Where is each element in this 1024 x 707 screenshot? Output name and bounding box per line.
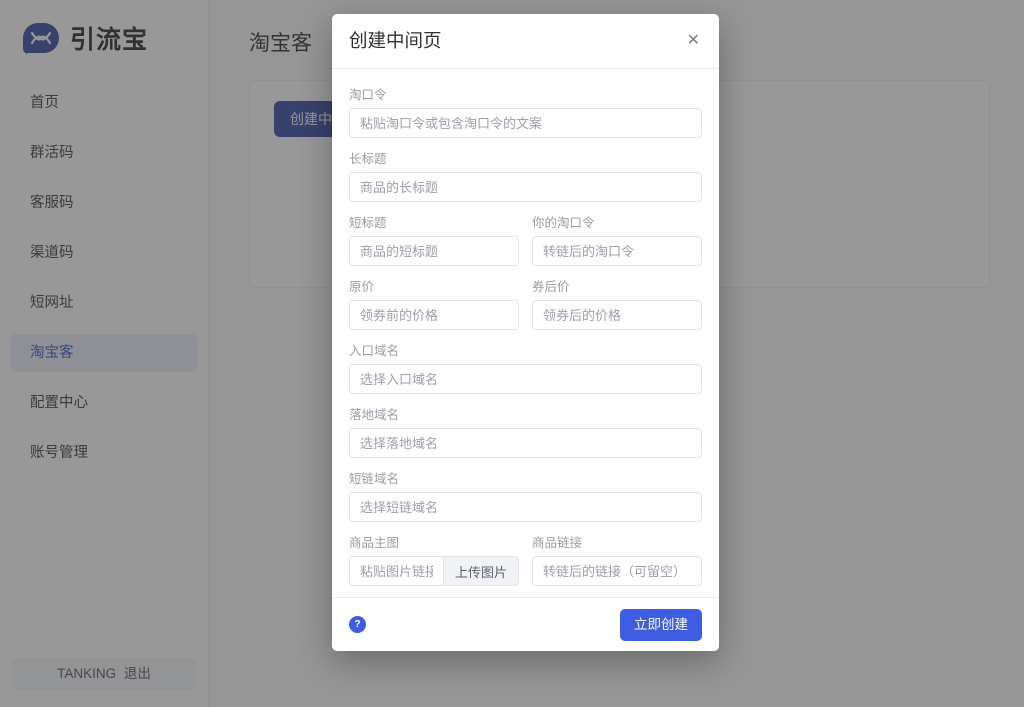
short-title-input[interactable] (349, 236, 519, 266)
field-product-link: 商品链接 (532, 535, 702, 586)
question-mark-icon[interactable]: ? (349, 616, 366, 633)
row-image-and-link: 商品主图 上传图片 商品链接 (349, 535, 702, 586)
coupon-price-input[interactable] (532, 300, 702, 330)
field-landing-domain: 落地域名 (349, 407, 702, 458)
create-intermediate-page-modal: 创建中间页 ✕ 淘口令 长标题 短标题 你的淘口令 原 (332, 14, 719, 651)
modal-header: 创建中间页 ✕ (332, 14, 719, 69)
row-short-title-taokouling: 短标题 你的淘口令 (349, 215, 702, 266)
your-taokouling-input[interactable] (532, 236, 702, 266)
label-long-title: 长标题 (349, 152, 387, 166)
label-landing-domain: 落地域名 (349, 408, 400, 422)
main-image-url-input[interactable] (349, 556, 443, 586)
label-product-link: 商品链接 (532, 536, 583, 550)
field-coupon-price: 券后价 (532, 279, 702, 330)
product-link-input[interactable] (532, 556, 702, 586)
row-prices: 原价 券后价 (349, 279, 702, 330)
field-entry-domain: 入口域名 (349, 343, 702, 394)
submit-create-button[interactable]: 立即创建 (620, 608, 702, 641)
modal-title: 创建中间页 (349, 30, 442, 51)
label-coupon-price: 券后价 (532, 280, 570, 294)
long-title-input[interactable] (349, 172, 702, 202)
label-taokouling: 淘口令 (349, 88, 387, 102)
landing-domain-select[interactable] (349, 428, 702, 458)
taokouling-input[interactable] (349, 108, 702, 138)
entry-domain-select[interactable] (349, 364, 702, 394)
field-short-link-domain: 短链域名 (349, 471, 702, 522)
field-original-price: 原价 (349, 279, 519, 330)
field-short-title: 短标题 (349, 215, 519, 266)
short-link-domain-select[interactable] (349, 492, 702, 522)
close-icon[interactable]: ✕ (685, 29, 702, 53)
field-main-image: 商品主图 上传图片 (349, 535, 519, 586)
field-long-title: 长标题 (349, 151, 702, 202)
original-price-input[interactable] (349, 300, 519, 330)
modal-footer: ? 立即创建 (332, 597, 719, 651)
modal-body: 淘口令 长标题 短标题 你的淘口令 原价 券后价 (332, 69, 719, 597)
label-entry-domain: 入口域名 (349, 344, 400, 358)
upload-image-button[interactable]: 上传图片 (442, 556, 519, 586)
main-image-input-group: 上传图片 (349, 556, 519, 586)
label-your-taokouling: 你的淘口令 (532, 216, 595, 230)
field-taokouling: 淘口令 (349, 87, 702, 138)
label-short-link-domain: 短链域名 (349, 472, 400, 486)
label-short-title: 短标题 (349, 216, 387, 230)
label-original-price: 原价 (349, 280, 375, 294)
label-main-image: 商品主图 (349, 536, 400, 550)
field-your-taokouling: 你的淘口令 (532, 215, 702, 266)
